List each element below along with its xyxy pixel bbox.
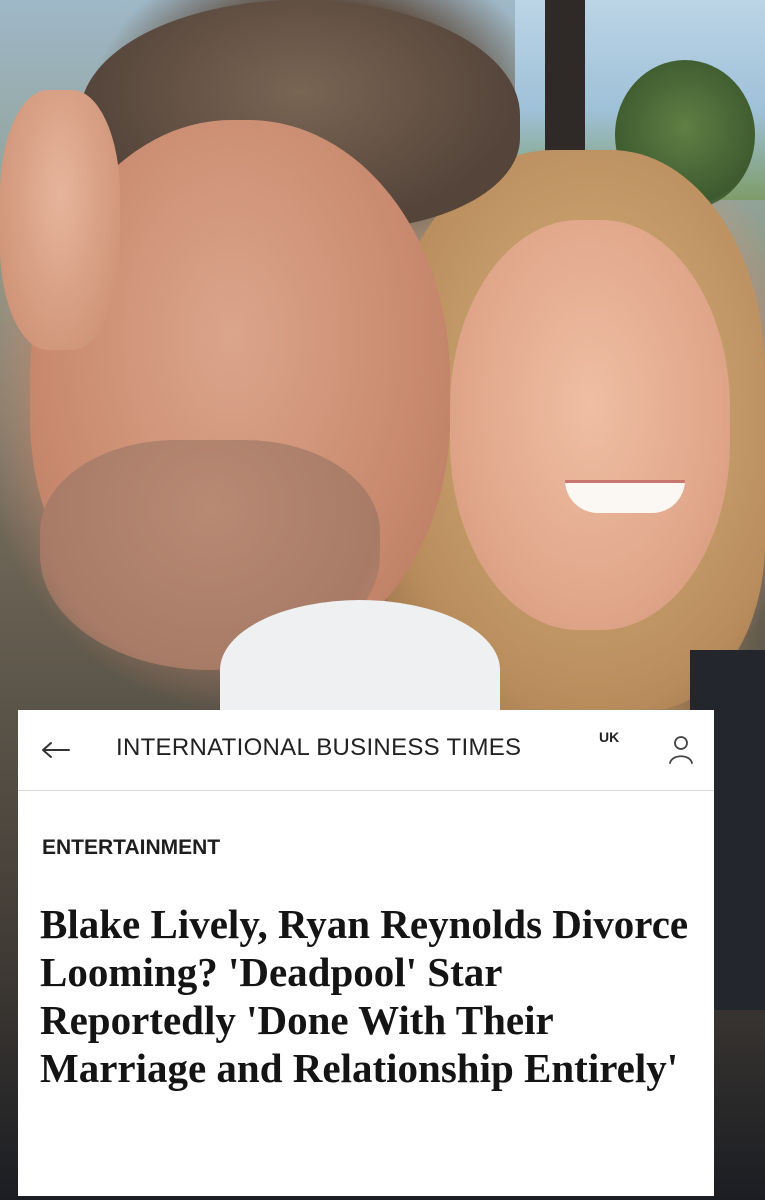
user-icon xyxy=(669,736,693,764)
site-header: INTERNATIONAL BUSINESS TIMES UK xyxy=(18,710,714,791)
photo-hand xyxy=(0,90,120,350)
account-button[interactable] xyxy=(663,732,699,768)
article-headline: Blake Lively, Ryan Reynolds Divorce Loom… xyxy=(40,901,689,1091)
back-button[interactable] xyxy=(38,732,74,768)
article-card: INTERNATIONAL BUSINESS TIMES UK ENTERTAI… xyxy=(18,710,714,1196)
arrow-left-icon xyxy=(42,742,70,758)
site-logo[interactable]: INTERNATIONAL BUSINESS TIMES xyxy=(116,734,521,762)
photo-smile xyxy=(565,480,685,513)
edition-label: UK xyxy=(599,729,620,745)
section-label[interactable]: ENTERTAINMENT xyxy=(42,836,220,860)
photo-woman-face xyxy=(450,220,730,630)
